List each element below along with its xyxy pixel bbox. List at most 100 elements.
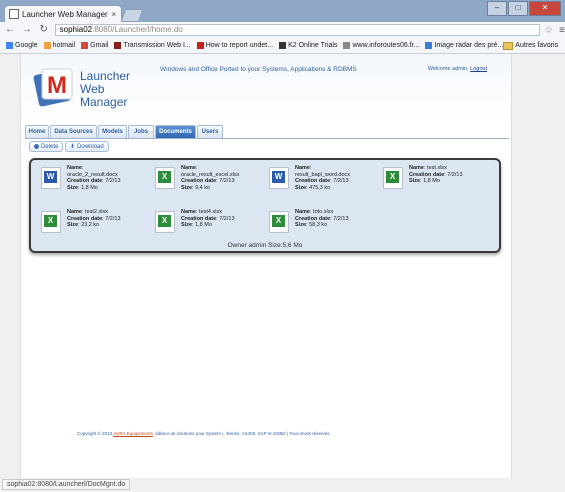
document-item[interactable]: X Name: oracle_result_excel.xlsx Creation d… — [155, 165, 271, 205]
tab-models[interactable]: Models — [98, 125, 127, 138]
title-bar: Launcher Web Manager × – □ ✕ — [0, 0, 565, 22]
tab-users[interactable]: Users — [197, 125, 223, 138]
size-label: Size — [67, 222, 79, 228]
document-item[interactable]: X Name: test.xlsx Creation date: 7/2/13 Siz… — [383, 165, 499, 205]
name-label: Name — [295, 209, 310, 215]
bookmark-item[interactable]: www.inforoutes06.fr... — [343, 42, 419, 49]
document-meta: Name: oracle_result_excel.xlsx Creation da… — [181, 165, 239, 191]
tab-documents[interactable]: Documents — [155, 125, 196, 138]
tab-title: Launcher Web Manager — [22, 9, 108, 19]
other-bookmarks[interactable]: Autres favoris — [503, 41, 559, 50]
forward-arrow-icon[interactable]: → — [20, 23, 34, 37]
bookmark-item[interactable]: Transmission Web I... — [114, 42, 191, 49]
tab-data-sources[interactable]: Data Sources — [50, 125, 97, 138]
document-item[interactable]: W Name: result_bapi_word.docx Creation date… — [269, 165, 385, 205]
creation-date-label: Creation date — [295, 215, 331, 222]
menu-icon[interactable]: ≡ — [559, 25, 565, 36]
document-size-row: Size: 9,4 ko — [181, 184, 211, 191]
document-name-row: Name: result_bapi_word.docx — [295, 165, 351, 178]
reload-icon[interactable]: ↻ — [37, 23, 51, 37]
document-name: test.xlsx — [427, 165, 447, 171]
close-tab-icon[interactable]: × — [111, 10, 116, 19]
document-size-row: Size: 475,3 ko — [295, 184, 331, 191]
minimize-button[interactable]: – — [487, 1, 507, 16]
document-size: 9,4 ko — [195, 184, 211, 191]
document-name: oracle_result_excel.xlsx — [181, 171, 240, 178]
bookmark-label: hotmail — [52, 42, 76, 49]
document-date: 7/2/13 — [333, 178, 349, 184]
tab-jobs[interactable]: Jobs — [128, 125, 154, 138]
browser-tab[interactable]: Launcher Web Manager × — [4, 5, 122, 22]
document-item[interactable]: W Name: oracle_2_result.docx Creation date:… — [41, 165, 157, 205]
document-name-row: Name: oracle_2_result.docx — [67, 165, 118, 178]
document-size-row: Size: 1,8 Mo — [181, 222, 212, 228]
name-label: Name — [295, 165, 310, 171]
footer: Copyright © 2013 AURA Equipements, édite… — [77, 431, 329, 436]
bookmark-item[interactable]: Image radar des pré... — [425, 42, 503, 49]
browser-window: Launcher Web Manager × – □ ✕ ← → ↻ sophi… — [0, 0, 565, 492]
header-banner: M Launcher Web Manager Windows and Offic… — [21, 54, 511, 119]
back-arrow-icon[interactable]: ← — [3, 23, 17, 37]
footer-prefix: Copyright © 2013 — [77, 431, 113, 436]
windows-icon — [43, 42, 51, 49]
tab-home[interactable]: Home — [25, 125, 49, 138]
name-label: Name — [409, 165, 424, 171]
google-icon — [6, 42, 13, 49]
document-name: oracle_2_result.docx — [67, 171, 118, 178]
status-url: sophia02:8080/Launcherl/DocMgnt.do — [2, 479, 131, 490]
bookmark-item[interactable]: Gmail — [81, 42, 108, 49]
document-name: toto.xlsx — [313, 209, 334, 215]
bookmark-item[interactable]: How to report undet... — [196, 42, 274, 49]
bookmark-item[interactable]: Google — [6, 42, 38, 49]
logout-link[interactable]: Logout — [470, 66, 487, 72]
size-label: Size — [409, 178, 421, 184]
document-date: 7/2/13 — [447, 171, 463, 178]
maximize-button[interactable]: □ — [508, 1, 528, 16]
bookmarks-bar: Google hotmail Gmail Transmission Web I... H… — [0, 38, 565, 54]
gmail-icon — [81, 42, 89, 49]
browser-toolbar: ← → ↻ sophia02:8080/Launcherl/home.do ☆ … — [0, 22, 565, 38]
creation-date-label: Creation date — [181, 178, 217, 184]
size-label: Size — [67, 184, 79, 191]
size-label: Size — [295, 222, 307, 228]
documents-panel: W Name: oracle_2_result.docx Creation date:… — [29, 158, 501, 253]
url-host: sophia02 — [59, 25, 93, 34]
bookmark-item[interactable]: hotmail — [43, 42, 76, 49]
excel-document-icon: X — [269, 211, 289, 233]
document-date: 7/2/13 — [219, 178, 235, 184]
name-label: Name — [67, 209, 82, 215]
size-label: Size — [295, 184, 307, 191]
document-date: 7/2/13 — [219, 215, 235, 222]
bookmark-star-icon[interactable]: ☆ — [544, 25, 553, 36]
bookmark-label: How to report undet... — [205, 42, 274, 49]
document-meta: Name: test2.xlsx Creation date: 7/2/13 Siz… — [67, 209, 121, 229]
document-size: 1,8 Mo — [195, 222, 212, 228]
status-bar: sophia02:8080/Launcherl/DocMgnt.do — [0, 478, 565, 492]
company-link[interactable]: AURA Equipements — [113, 431, 153, 436]
bookmark-item[interactable]: K2 Online Trials — [279, 42, 337, 49]
name-label: Name — [181, 209, 196, 215]
page-viewport: M Launcher Web Manager Windows and Offic… — [0, 54, 565, 478]
transmission-icon — [114, 42, 122, 49]
delete-label: Delete — [41, 143, 59, 150]
word-document-icon: W — [269, 167, 289, 189]
folder-icon — [503, 41, 514, 50]
new-tab-button[interactable] — [120, 9, 144, 22]
document-size: 475,3 ko — [309, 184, 331, 191]
creation-date-label: Creation date — [67, 215, 103, 222]
document-name: test4.xlsx — [199, 209, 222, 215]
download-button[interactable]: ⬇ Download — [65, 141, 109, 152]
document-date: 7/2/13 — [105, 215, 121, 222]
delete-button[interactable]: Delete — [29, 141, 64, 152]
footer-suffix: , éditeur de solutions pour System i, iS… — [152, 431, 330, 436]
close-window-button[interactable]: ✕ — [529, 1, 561, 16]
document-date: 7/2/13 — [105, 178, 121, 184]
address-bar[interactable]: sophia02:8080/Launcherl/home.do — [54, 24, 541, 36]
download-icon: ⬇ — [70, 144, 76, 150]
window-controls: – □ ✕ — [487, 1, 561, 16]
excel-document-icon: X — [41, 211, 61, 233]
excel-document-icon: X — [155, 167, 175, 189]
bookmark-label: Image radar des pré... — [434, 42, 504, 49]
excel-document-icon: X — [383, 167, 403, 189]
other-bookmarks-label: Autres favoris — [515, 42, 559, 49]
